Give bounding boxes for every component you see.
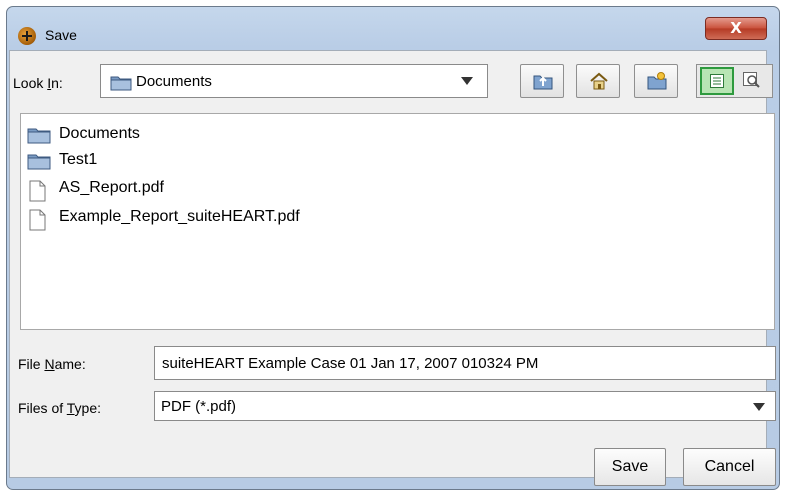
list-item-label: Test1 — [59, 151, 98, 168]
close-button[interactable]: X — [705, 17, 767, 40]
document-icon — [29, 180, 46, 202]
file-type-label: Files of Type: — [18, 400, 102, 416]
new-folder-button[interactable] — [634, 64, 678, 98]
home-icon — [590, 72, 608, 90]
folder-icon — [27, 154, 51, 170]
folder-icon — [110, 76, 132, 91]
app-icon — [18, 27, 36, 45]
file-name-input[interactable] — [154, 346, 776, 380]
details-view-button[interactable] — [736, 67, 770, 95]
file-type-value: PDF (*.pdf) — [161, 398, 237, 415]
close-icon: X — [730, 19, 742, 37]
title-bar[interactable]: Save — [7, 7, 779, 51]
folder-icon — [27, 128, 51, 144]
list-view-icon — [710, 74, 724, 88]
window-title: Save — [45, 27, 77, 43]
list-view-button[interactable] — [700, 67, 734, 95]
view-toggle-group — [696, 64, 773, 98]
cancel-button[interactable]: Cancel — [683, 448, 776, 486]
file-list[interactable]: Documents Test1 AS_Report.pdf Example_Re… — [20, 113, 775, 330]
home-button[interactable] — [576, 64, 620, 98]
file-name-label: File Name: — [18, 356, 86, 372]
save-button[interactable]: Save — [594, 448, 666, 486]
up-one-level-button[interactable] — [520, 64, 564, 98]
chevron-down-icon[interactable] — [461, 77, 473, 85]
new-folder-icon — [647, 72, 667, 90]
list-item-label: AS_Report.pdf — [59, 179, 164, 196]
look-in-value: Documents — [136, 73, 212, 90]
chevron-down-icon[interactable] — [753, 403, 765, 411]
up-folder-icon — [533, 75, 553, 90]
look-in-combo[interactable]: Documents — [100, 64, 488, 98]
file-type-combo[interactable]: PDF (*.pdf) — [154, 391, 776, 421]
look-in-label: Look In: — [13, 75, 63, 91]
list-item-label: Documents — [59, 125, 140, 142]
document-icon — [29, 209, 46, 231]
list-item-label: Example_Report_suiteHEART.pdf — [59, 208, 300, 225]
details-view-icon — [743, 72, 760, 88]
